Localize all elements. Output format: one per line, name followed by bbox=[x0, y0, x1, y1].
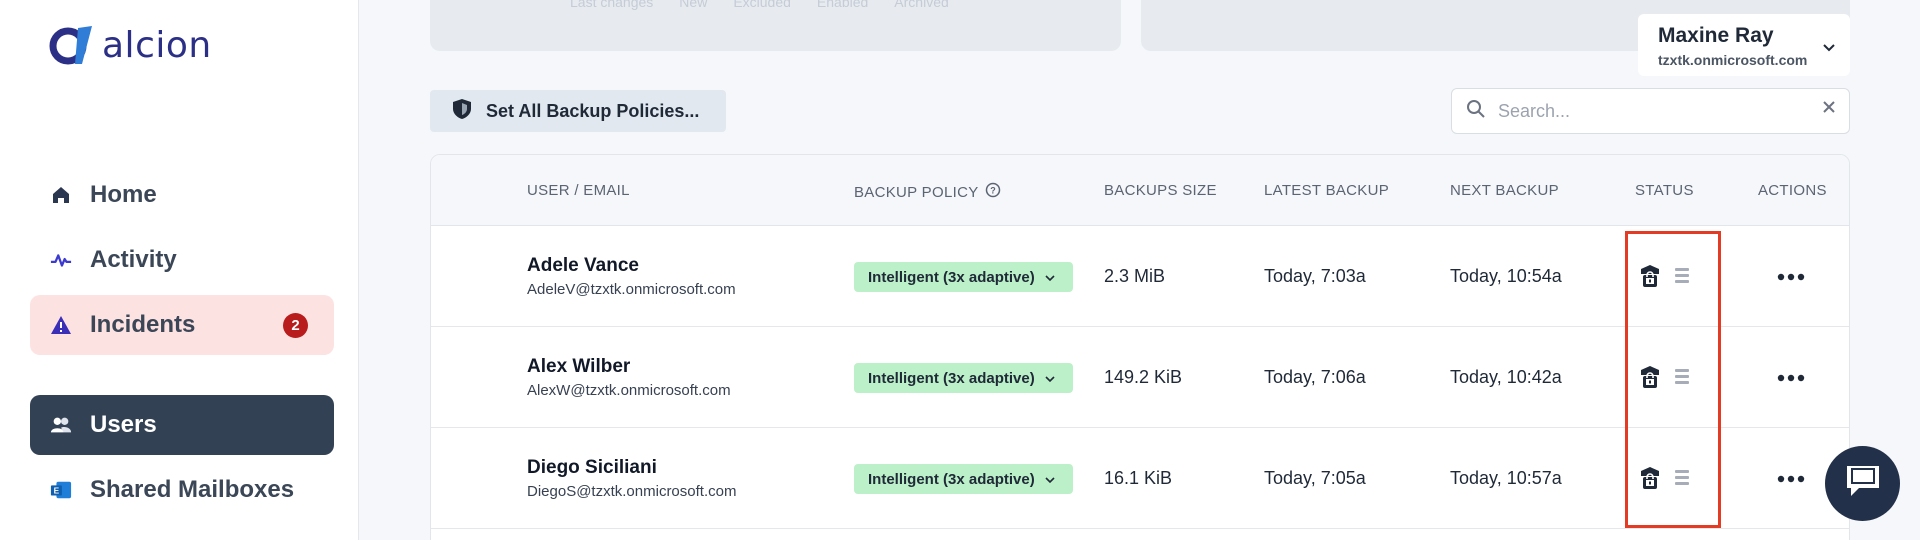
latest-backup: Today, 7:06a bbox=[1264, 367, 1366, 387]
backup-size: 149.2 KiB bbox=[1104, 367, 1183, 387]
warning-icon bbox=[50, 314, 72, 336]
alcion-logo[interactable]: alcion bbox=[48, 24, 212, 66]
chevron-down-icon bbox=[1045, 471, 1055, 488]
backup-policy-dropdown[interactable]: Intelligent (3x adaptive) bbox=[854, 262, 1073, 292]
column-header-size[interactable]: BACKUPS SIZE bbox=[1104, 182, 1217, 199]
backup-policy-value: Intelligent (3x adaptive) bbox=[868, 268, 1035, 286]
summary-panel: Last changes New Excluded Enabled Archiv… bbox=[430, 0, 1121, 51]
set-all-backup-policies-button[interactable]: Set All Backup Policies... bbox=[430, 90, 726, 132]
column-header-actions: ACTIONS bbox=[1758, 182, 1827, 199]
latest-backup: Today, 7:03a bbox=[1264, 266, 1366, 286]
exchange-icon: E bbox=[50, 479, 72, 501]
column-header-latest[interactable]: LATEST BACKUP bbox=[1264, 182, 1389, 199]
chat-launcher-button[interactable] bbox=[1825, 446, 1900, 521]
help-icon[interactable]: ? bbox=[985, 182, 1001, 202]
home-icon bbox=[50, 184, 72, 206]
sidebar-item-label: Users bbox=[90, 411, 157, 438]
backup-policy-value: Intelligent (3x adaptive) bbox=[868, 369, 1035, 387]
close-icon[interactable] bbox=[1821, 99, 1837, 120]
summary-labels: Last changes New Excluded Enabled Archiv… bbox=[570, 0, 949, 10]
summary-label: Enabled bbox=[816, 0, 869, 10]
sidebar-item-shared-mailboxes[interactable]: E Shared Mailboxes bbox=[30, 460, 334, 520]
sidebar: alcion Home Activity Incidents 2 Users E… bbox=[0, 0, 359, 540]
chevron-down-icon bbox=[1822, 40, 1836, 58]
search-box bbox=[1451, 88, 1850, 134]
next-backup: Today, 10:42a bbox=[1450, 367, 1562, 387]
account-menu[interactable]: Maxine Ray tzxtk.onmicrosoft.com bbox=[1638, 14, 1850, 76]
summary-label: Last changes bbox=[570, 0, 654, 10]
more-horizontal-icon bbox=[1777, 268, 1805, 285]
sidebar-item-label: Incidents bbox=[90, 311, 196, 338]
chevron-down-icon bbox=[1045, 370, 1055, 387]
alcion-logo-icon bbox=[49, 26, 92, 65]
column-header-next[interactable]: NEXT BACKUP bbox=[1450, 182, 1559, 199]
activity-icon bbox=[50, 249, 72, 271]
user-name[interactable]: Diego Siciliani bbox=[527, 457, 736, 479]
column-header-policy-label: BACKUP POLICY bbox=[854, 183, 979, 201]
set-all-backup-policies-label: Set All Backup Policies... bbox=[486, 100, 700, 121]
backup-size: 2.3 MiB bbox=[1104, 266, 1166, 286]
table-header: USER / EMAIL BACKUP POLICY ? BACKUPS SIZ… bbox=[431, 155, 1849, 226]
row-actions-button[interactable] bbox=[1777, 369, 1805, 387]
users-icon bbox=[50, 414, 72, 436]
column-header-policy[interactable]: BACKUP POLICY ? bbox=[854, 182, 1001, 202]
more-horizontal-icon bbox=[1777, 470, 1805, 487]
brand-name: alcion bbox=[102, 24, 212, 66]
row-actions-button[interactable] bbox=[1777, 470, 1805, 488]
user-email: AlexW@tzxtk.onmicrosoft.com bbox=[527, 382, 731, 399]
next-backup: Today, 10:57a bbox=[1450, 468, 1562, 488]
user-cell: Alex Wilber AlexW@tzxtk.onmicrosoft.com bbox=[527, 356, 731, 399]
sidebar-item-users[interactable]: Users bbox=[30, 395, 334, 455]
sidebar-item-activity[interactable]: Activity bbox=[30, 230, 334, 290]
sidebar-item-label: Activity bbox=[90, 246, 177, 273]
search-input[interactable] bbox=[1498, 100, 1798, 122]
svg-text:?: ? bbox=[990, 186, 996, 196]
backup-policy-dropdown[interactable]: Intelligent (3x adaptive) bbox=[854, 363, 1073, 393]
incidents-count-badge: 2 bbox=[283, 313, 308, 338]
sidebar-item-home[interactable]: Home bbox=[30, 165, 334, 225]
user-email: DiegoS@tzxtk.onmicrosoft.com bbox=[527, 483, 737, 500]
summary-label: Excluded bbox=[733, 0, 791, 10]
user-cell: Diego Siciliani DiegoS@tzxtk.onmicrosoft… bbox=[527, 457, 736, 500]
account-domain: tzxtk.onmicrosoft.com bbox=[1658, 52, 1808, 68]
summary-label: Archived bbox=[894, 0, 949, 10]
backup-policy-value: Intelligent (3x adaptive) bbox=[868, 470, 1035, 488]
column-header-user[interactable]: USER / EMAIL bbox=[527, 182, 630, 199]
user-cell: Adele Vance AdeleV@tzxtk.onmicrosoft.com bbox=[527, 255, 736, 298]
shield-icon bbox=[452, 98, 472, 125]
chevron-down-icon bbox=[1045, 269, 1055, 286]
sidebar-item-label: Home bbox=[90, 181, 157, 208]
backup-policy-dropdown[interactable]: Intelligent (3x adaptive) bbox=[854, 464, 1073, 494]
summary-label: New bbox=[679, 0, 708, 10]
account-name: Maxine Ray bbox=[1658, 24, 1774, 47]
backup-size: 16.1 KiB bbox=[1104, 468, 1173, 488]
svg-text:E: E bbox=[54, 487, 60, 496]
sidebar-item-label: Shared Mailboxes bbox=[90, 476, 295, 503]
user-email: AdeleV@tzxtk.onmicrosoft.com bbox=[527, 281, 736, 298]
latest-backup: Today, 7:05a bbox=[1264, 468, 1366, 488]
user-name[interactable]: Alex Wilber bbox=[527, 356, 731, 378]
more-horizontal-icon bbox=[1777, 369, 1805, 386]
user-name[interactable]: Adele Vance bbox=[527, 255, 736, 277]
row-actions-button[interactable] bbox=[1777, 268, 1805, 286]
search-icon bbox=[1466, 99, 1486, 124]
chat-icon bbox=[1843, 462, 1883, 505]
next-backup: Today, 10:54a bbox=[1450, 266, 1562, 286]
sidebar-item-incidents[interactable]: Incidents 2 bbox=[30, 295, 334, 355]
status-highlight-box bbox=[1625, 231, 1721, 528]
column-header-status: STATUS bbox=[1635, 182, 1694, 199]
